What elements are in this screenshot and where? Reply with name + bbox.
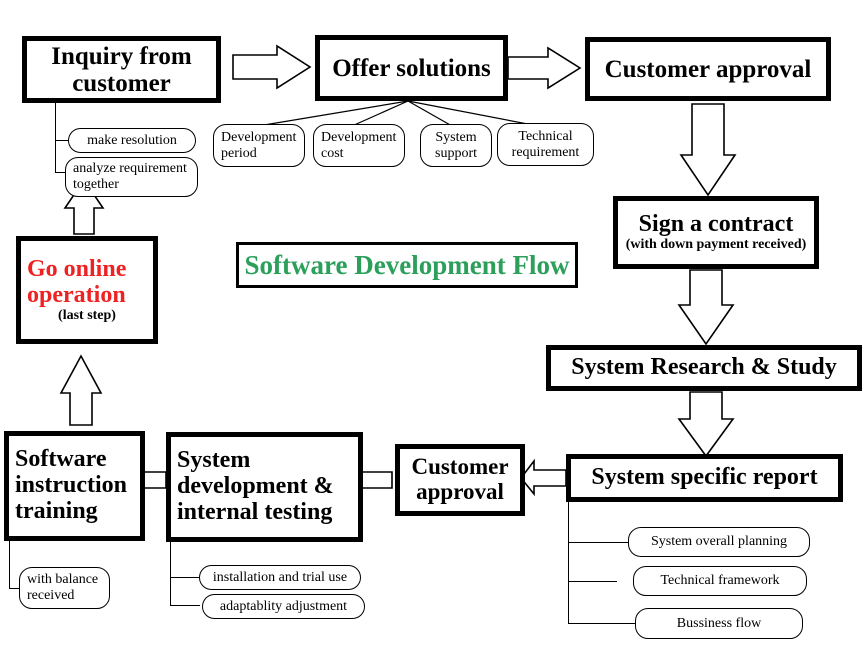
arrow-training-to-go-online xyxy=(59,354,103,426)
annotation-analyze-requirement-together[interactable]: analyze requirement together xyxy=(65,157,198,197)
node-inquiry-label: Inquiry from customer xyxy=(51,42,192,97)
node-system-development-label: System development & internal testing xyxy=(177,447,334,525)
stem-inquiry-vertical xyxy=(55,103,57,173)
node-go-online-title: Go online operation xyxy=(27,255,127,308)
annotation-bussiness-flow-label: Bussiness flow xyxy=(676,615,762,631)
annotation-development-period[interactable]: Development period xyxy=(213,124,305,167)
annotation-technical-requirement-label: Technical requirement xyxy=(511,128,580,160)
node-customer-approval-bottom-label: Customer approval xyxy=(411,454,509,504)
node-system-report-label: System specific report xyxy=(591,464,818,491)
stem-report-branch-2 xyxy=(568,581,617,583)
stem-development-branch-2 xyxy=(170,605,200,607)
node-customer-approval-bottom[interactable]: Customer approval xyxy=(395,444,525,516)
annotation-analyze-requirement-label: analyze requirement together xyxy=(73,161,187,192)
annotation-adaptablity-label: adaptablity adjustment xyxy=(219,598,348,614)
annotation-with-balance-label: with balance received xyxy=(27,572,99,603)
fan-connector-offer-3 xyxy=(407,100,453,127)
node-inquiry-from-customer[interactable]: Inquiry from customer xyxy=(22,36,221,103)
node-go-online-subtitle: (last step) xyxy=(58,307,116,323)
annotation-adaptablity-adjustment[interactable]: adaptablity adjustment xyxy=(202,594,365,619)
flowchart-canvas: Inquiry from customer Offer solutions Cu… xyxy=(0,0,868,668)
fan-connector-offer-1 xyxy=(257,100,409,127)
arrow-offer-to-customer-approval xyxy=(507,46,582,90)
stem-training-vertical xyxy=(9,541,11,588)
arrow-research-to-report xyxy=(677,391,735,458)
arrow-report-to-approval xyxy=(519,458,567,497)
node-system-specific-report[interactable]: System specific report xyxy=(566,454,843,502)
node-software-instruction-training[interactable]: Software instruction training xyxy=(4,431,145,541)
annotation-installation-and-trial-use[interactable]: installation and trial use xyxy=(199,565,361,590)
annotation-system-overall-planning[interactable]: System overall planning xyxy=(628,527,810,557)
annotation-installation-label: installation and trial use xyxy=(212,569,348,585)
node-system-research-label: System Research & Study xyxy=(571,354,837,381)
node-customer-approval-top[interactable]: Customer approval xyxy=(585,37,831,101)
stem-development-vertical xyxy=(170,542,172,605)
node-sign-a-contract[interactable]: Sign a contract (with down payment recei… xyxy=(613,196,819,269)
stem-report-branch-3 xyxy=(568,623,638,625)
annotation-technical-requirement[interactable]: Technical requirement xyxy=(497,123,594,166)
annotation-system-support-label: System support xyxy=(435,129,477,161)
arrow-inquiry-to-offer xyxy=(232,44,312,90)
node-go-online-operation[interactable]: Go online operation (last step) xyxy=(16,236,158,344)
stem-development-branch-1 xyxy=(170,577,200,579)
annotation-development-period-label: Development period xyxy=(221,129,297,161)
node-sign-contract-title: Sign a contract xyxy=(638,211,794,238)
node-customer-approval-top-label: Customer approval xyxy=(604,55,812,83)
diagram-title-banner: Software Development Flow xyxy=(236,242,578,288)
arrow-contract-to-research xyxy=(677,269,735,346)
annotation-technical-framework-label: Technical framework xyxy=(660,573,780,589)
annotation-technical-framework[interactable]: Technical framework xyxy=(633,566,807,596)
node-system-research-and-study[interactable]: System Research & Study xyxy=(546,345,862,391)
annotation-development-cost[interactable]: Development cost xyxy=(313,124,405,167)
node-system-development-and-internal-testing[interactable]: System development & internal testing xyxy=(166,432,363,542)
annotation-system-support[interactable]: System support xyxy=(420,124,492,167)
annotation-development-cost-label: Development cost xyxy=(321,129,397,161)
annotation-with-balance-received[interactable]: with balance received xyxy=(19,567,110,609)
node-offer-solutions[interactable]: Offer solutions xyxy=(315,35,508,101)
annotation-bussiness-flow[interactable]: Bussiness flow xyxy=(635,608,803,639)
arrow-approval-to-contract xyxy=(679,103,737,197)
node-sign-contract-subtitle: (with down payment received) xyxy=(625,237,807,253)
fan-connector-offer-2 xyxy=(351,100,409,127)
stem-report-vertical xyxy=(568,502,570,624)
stem-report-branch-1 xyxy=(568,542,631,544)
diagram-title: Software Development Flow xyxy=(244,249,570,280)
annotation-make-resolution-label: make resolution xyxy=(87,132,177,148)
node-software-training-label: Software instruction training xyxy=(15,446,128,524)
node-offer-label: Offer solutions xyxy=(332,54,491,82)
annotation-make-resolution[interactable]: make resolution xyxy=(68,128,196,153)
annotation-system-overall-planning-label: System overall planning xyxy=(650,534,788,550)
